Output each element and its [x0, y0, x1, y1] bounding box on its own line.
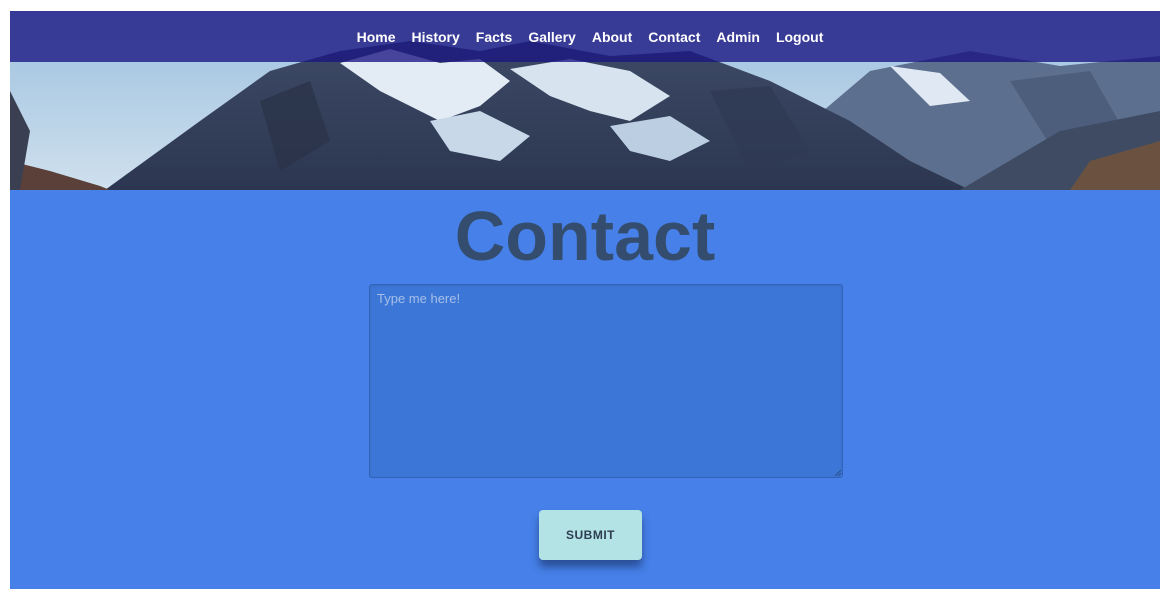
message-textarea[interactable]	[369, 284, 843, 478]
nav-item-facts[interactable]: Facts	[476, 29, 513, 45]
nav-item-contact[interactable]: Contact	[648, 29, 700, 45]
submit-button[interactable]: SUBMIT	[539, 510, 642, 560]
page-title: Contact	[454, 197, 716, 275]
nav-menu: Home History Facts Gallery About Contact…	[10, 11, 1160, 62]
nav-item-home[interactable]: Home	[357, 29, 396, 45]
nav-item-logout[interactable]: Logout	[776, 29, 823, 45]
navbar: Home History Facts Gallery About Contact…	[10, 11, 1160, 62]
nav-item-gallery[interactable]: Gallery	[528, 29, 575, 45]
page-container: Home History Facts Gallery About Contact…	[10, 11, 1160, 589]
nav-item-admin[interactable]: Admin	[716, 29, 760, 45]
nav-item-about[interactable]: About	[592, 29, 632, 45]
nav-item-history[interactable]: History	[412, 29, 460, 45]
resize-grip-icon[interactable]	[834, 469, 842, 477]
